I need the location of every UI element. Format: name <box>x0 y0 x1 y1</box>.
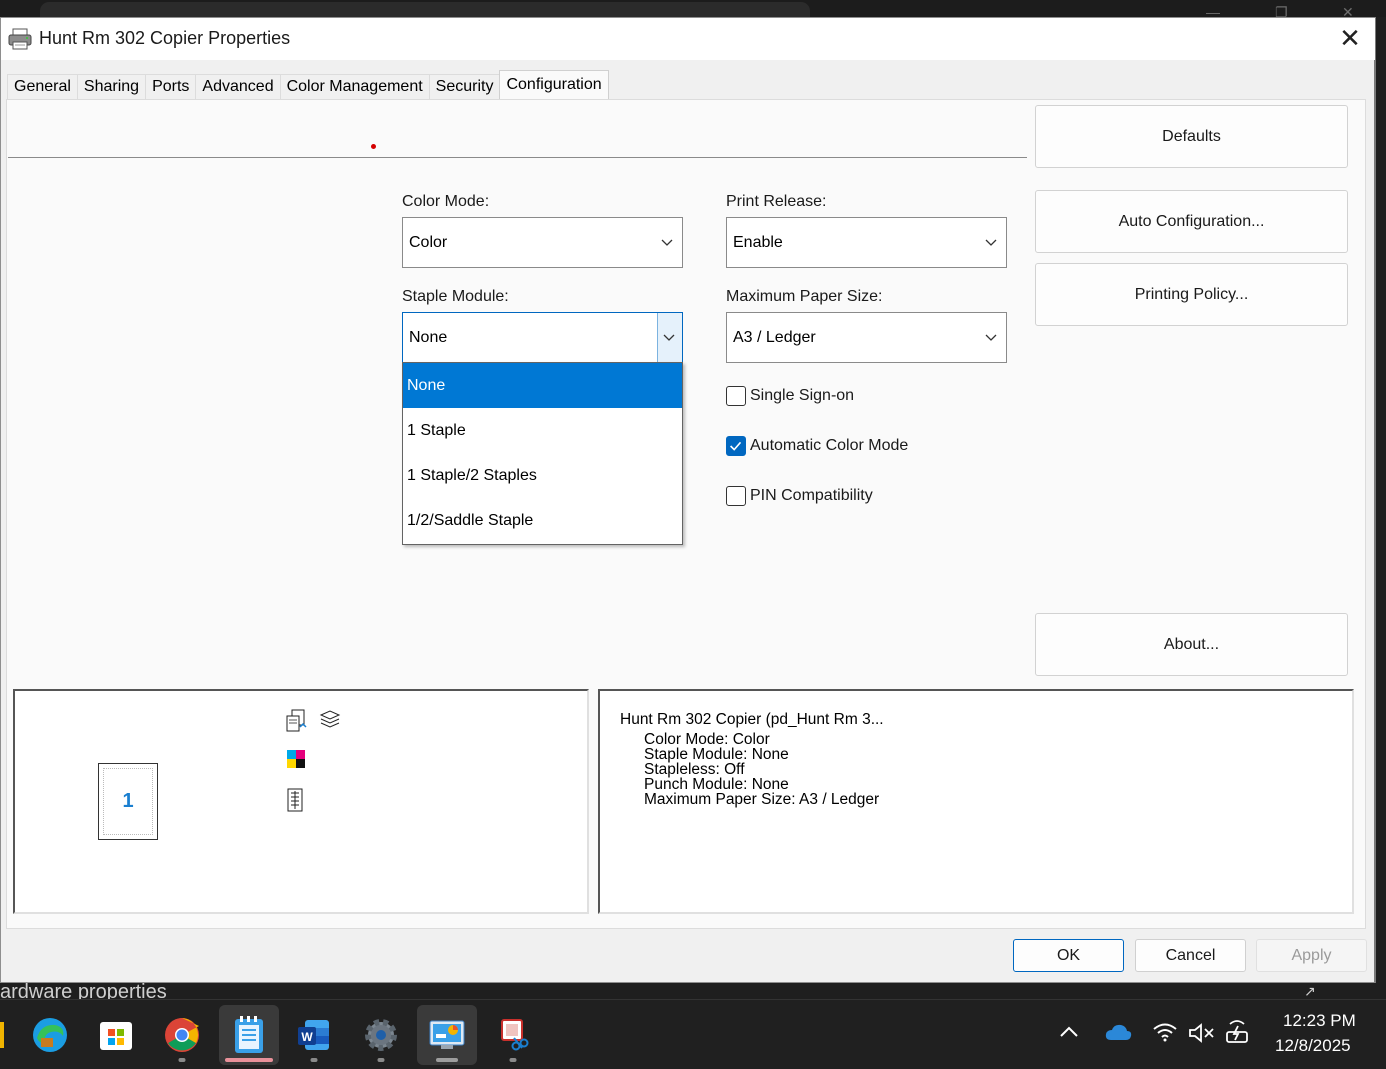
close-button[interactable]: ✕ <box>1335 25 1365 52</box>
printing-policy-button[interactable]: Printing Policy... <box>1035 263 1348 326</box>
external-link-icon: ↗ <box>1304 983 1316 999</box>
summary-line: Stapleless: Off <box>644 761 745 778</box>
clock-time[interactable]: 12:23 PM <box>1283 1011 1356 1031</box>
max-paper-size-label: Maximum Paper Size: <box>726 288 883 305</box>
copies-icon <box>286 709 307 732</box>
automatic-color-mode-checkbox[interactable] <box>726 436 746 456</box>
dropdown-option-1-2-staples[interactable]: 1 Staple/2 Staples <box>403 453 682 498</box>
single-sign-on-label: Single Sign-on <box>750 387 855 404</box>
tab-color-management[interactable]: Color Management <box>279 74 429 100</box>
store-icon[interactable] <box>86 1005 146 1065</box>
notepad-icon[interactable] <box>219 1005 279 1065</box>
tab-sharing[interactable]: Sharing <box>76 74 146 100</box>
battery-charging-icon[interactable] <box>1224 1020 1250 1044</box>
gear-icon[interactable] <box>351 1005 411 1065</box>
summary-header: Hunt Rm 302 Copier (pd_Hunt Rm 3... <box>620 711 884 728</box>
summary-line: Color Mode: Color <box>644 731 770 748</box>
dropdown-option-none[interactable]: None <box>403 363 682 408</box>
pin-compatibility-label: PIN Compatibility <box>750 487 873 504</box>
taskbar: W <box>0 999 1386 1069</box>
automatic-color-mode-label: Automatic Color Mode <box>750 437 909 454</box>
active-indicator <box>225 1058 273 1062</box>
file-explorer-edge-icon[interactable] <box>0 1022 4 1048</box>
red-dot-marker <box>371 144 376 149</box>
color-mode-value: Color <box>409 233 448 251</box>
page-thumbnail: 1 <box>98 763 158 840</box>
staple-module-select[interactable]: None <box>402 312 683 363</box>
wifi-icon[interactable] <box>1152 1022 1178 1042</box>
edge-icon[interactable] <box>20 1005 80 1065</box>
settings-preview-pane: 1 <box>13 689 589 914</box>
running-indicator <box>377 1058 385 1062</box>
clock-date[interactable]: 12/8/2025 <box>1275 1036 1351 1056</box>
speaker-muted-icon[interactable] <box>1188 1022 1216 1044</box>
tab-general[interactable]: General <box>7 74 77 100</box>
chevron-down-icon <box>663 334 675 341</box>
control-panel-icon[interactable] <box>417 1005 477 1065</box>
running-indicator <box>178 1058 186 1062</box>
printer-icon <box>8 28 32 50</box>
cancel-button[interactable]: Cancel <box>1135 939 1246 972</box>
dialog-title: Hunt Rm 302 Copier Properties <box>39 28 291 48</box>
print-release-label: Print Release: <box>726 193 827 210</box>
single-sign-on-checkbox[interactable] <box>726 386 746 406</box>
apply-button[interactable]: Apply <box>1256 939 1367 972</box>
dropdown-option-1-staple[interactable]: 1 Staple <box>403 408 682 453</box>
chevron-up-icon[interactable] <box>1059 1025 1079 1039</box>
tab-ports[interactable]: Ports <box>145 74 196 100</box>
summary-line: Maximum Paper Size: A3 / Ledger <box>644 791 880 808</box>
auto-configuration-button[interactable]: Auto Configuration... <box>1035 190 1348 253</box>
tab-advanced[interactable]: Advanced <box>195 74 280 100</box>
running-indicator <box>509 1058 517 1062</box>
tab-configuration[interactable]: Configuration <box>499 70 609 100</box>
separator-line <box>8 157 1027 158</box>
summary-line: Staple Module: None <box>644 746 789 763</box>
word-icon[interactable]: W <box>284 1005 344 1065</box>
chevron-down-icon <box>985 334 997 341</box>
svg-text:W: W <box>301 1030 313 1044</box>
page-number: 1 <box>103 768 153 835</box>
chevron-down-icon <box>661 239 673 246</box>
defaults-button[interactable]: Defaults <box>1035 105 1348 168</box>
about-button[interactable]: About... <box>1035 613 1348 676</box>
staple-module-label: Staple Module: <box>402 288 509 305</box>
max-paper-size-value: A3 / Ledger <box>733 328 816 346</box>
chrome-icon[interactable] <box>152 1005 212 1065</box>
tab-strip: General Sharing Ports Advanced Color Man… <box>7 70 609 100</box>
max-paper-size-select[interactable]: A3 / Ledger <box>726 312 1007 363</box>
print-release-value: Enable <box>733 233 783 251</box>
document-layout-icon <box>287 788 303 812</box>
snipping-tool-icon[interactable] <box>483 1005 543 1065</box>
color-mode-label: Color Mode: <box>402 193 490 210</box>
title-bar: Hunt Rm 302 Copier Properties ✕ <box>1 18 1375 60</box>
color-mode-icon <box>287 750 305 768</box>
pin-compatibility-checkbox[interactable] <box>726 486 746 506</box>
tab-security[interactable]: Security <box>428 74 500 100</box>
color-mode-select[interactable]: Color <box>402 217 683 268</box>
staple-module-dropdown: None 1 Staple 1 Staple/2 Staples 1/2/Sad… <box>402 362 683 545</box>
ok-button[interactable]: OK <box>1013 939 1124 972</box>
dropdown-option-saddle-staple[interactable]: 1/2/Saddle Staple <box>403 498 682 543</box>
checkmark-icon <box>730 441 742 451</box>
onedrive-icon[interactable] <box>1104 1022 1132 1042</box>
paper-stack-icon <box>319 710 341 728</box>
summary-line: Punch Module: None <box>644 776 789 793</box>
active-indicator <box>436 1058 458 1062</box>
staple-module-value: None <box>409 328 448 346</box>
settings-summary-pane: Hunt Rm 302 Copier (pd_Hunt Rm 3... Colo… <box>598 689 1354 914</box>
print-release-select[interactable]: Enable <box>726 217 1007 268</box>
chevron-down-icon <box>985 239 997 246</box>
running-indicator <box>310 1058 318 1062</box>
